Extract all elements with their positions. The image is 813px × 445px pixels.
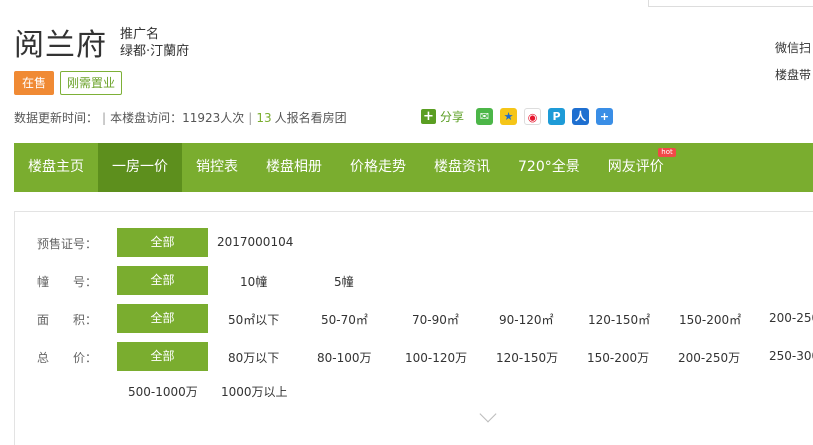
- price-option[interactable]: 80万以下: [228, 349, 279, 366]
- building-option[interactable]: 10幢: [240, 273, 267, 290]
- status-badges: 在售 刚需置业: [14, 71, 123, 95]
- presale-all-button[interactable]: 全部: [117, 228, 208, 257]
- filter-row-building: 幢 号： 全部 10幢 5幢: [15, 266, 813, 296]
- area-label: 面 积：: [37, 313, 98, 327]
- filter-row-area: 面 积： 全部 50㎡以下 50-70㎡ 70-90㎡ 90-120㎡ 120-…: [15, 304, 813, 334]
- nav-home[interactable]: 楼盘主页: [14, 143, 98, 192]
- filter-panel: 预售证号： 全部 2017000104 幢 号： 全部 10幢 5幢 面 积： …: [14, 211, 813, 445]
- renren-icon[interactable]: 人: [572, 108, 590, 125]
- pengyou-icon[interactable]: P: [548, 108, 566, 125]
- price-option[interactable]: 200-250万: [678, 349, 740, 366]
- price-all-button[interactable]: 全部: [117, 342, 208, 371]
- nav-reviews-label: 网友评价: [607, 159, 664, 175]
- top-box: [648, 0, 813, 7]
- promo-name: 绿都·汀蘭府: [120, 44, 190, 59]
- area-option[interactable]: 120-150㎡: [588, 311, 650, 328]
- nav-album[interactable]: 楼盘相册: [252, 143, 336, 192]
- main-nav: 楼盘主页 一房一价 销控表 楼盘相册 价格走势 楼盘资讯 720°全景 网友评价…: [14, 143, 813, 192]
- meta-info: 数据更新时间： | 本楼盘访问： 11923人次 | 13 人报名看房团: [14, 109, 347, 126]
- divider: |: [248, 110, 253, 125]
- page-title: 阅兰府: [14, 28, 107, 63]
- area-option[interactable]: 150-200㎡: [679, 311, 741, 328]
- nav-one-price[interactable]: 一房一价: [98, 143, 182, 192]
- area-option[interactable]: 90-120㎡: [499, 311, 554, 328]
- area-all-button[interactable]: 全部: [117, 304, 208, 333]
- chevron-down-icon[interactable]: [479, 405, 497, 423]
- need-badge: 刚需置业: [60, 71, 123, 95]
- divider: |: [102, 110, 107, 125]
- share-plus-icon[interactable]: +: [421, 109, 436, 124]
- area-option[interactable]: 50-70㎡: [321, 311, 368, 328]
- weibo-icon[interactable]: ◉: [524, 108, 542, 125]
- building-label: 幢 号：: [37, 275, 98, 289]
- wechat-icon[interactable]: ✉: [476, 108, 494, 125]
- nav-reviews[interactable]: 网友评价 hot: [594, 143, 678, 192]
- nav-sales-control[interactable]: 销控表: [182, 143, 252, 192]
- wechat-scan-text: 微信扫: [775, 41, 812, 55]
- qzone-icon[interactable]: ★: [500, 108, 518, 125]
- price-option[interactable]: 150-200万: [587, 349, 649, 366]
- area-option[interactable]: 70-90㎡: [412, 311, 459, 328]
- nav-price-trend[interactable]: 价格走势: [336, 143, 420, 192]
- share-bar: + 分享 ✉ ★ ◉ P 人 +: [421, 108, 616, 125]
- on-sale-badge: 在售: [14, 71, 55, 95]
- signup-count: 13: [256, 110, 272, 125]
- visits-label: 本楼盘访问：: [110, 111, 183, 125]
- filter-row-price: 总 价： 全部 80万以下 80-100万 100-120万 120-150万 …: [15, 342, 813, 372]
- price-option[interactable]: 120-150万: [496, 349, 558, 366]
- hot-badge: hot: [658, 148, 676, 157]
- price-option[interactable]: 1000万以上: [221, 383, 288, 400]
- building-all-button[interactable]: 全部: [117, 266, 208, 295]
- filter-row-presale: 预售证号： 全部 2017000104: [15, 228, 813, 258]
- presale-label: 预售证号：: [37, 237, 98, 251]
- update-time-label: 数据更新时间：: [14, 111, 99, 125]
- area-option[interactable]: 50㎡以下: [228, 311, 279, 328]
- filter-row-price-2: 500-1000万 1000万以上: [15, 376, 813, 406]
- price-option[interactable]: 80-100万: [317, 349, 372, 366]
- price-option[interactable]: 100-120万: [405, 349, 467, 366]
- price-option[interactable]: 500-1000万: [128, 383, 198, 400]
- price-label: 总 价：: [37, 351, 98, 365]
- building-option[interactable]: 5幢: [334, 273, 354, 290]
- signup-text: 人报名看房团: [274, 111, 347, 125]
- nav-news[interactable]: 楼盘资讯: [420, 143, 504, 192]
- share-label[interactable]: 分享: [440, 108, 464, 125]
- presale-option[interactable]: 2017000104: [217, 235, 293, 249]
- price-option[interactable]: 250-300: [769, 349, 813, 363]
- nav-panorama[interactable]: 720°全景: [504, 143, 594, 192]
- property-bring-text: 楼盘带: [775, 68, 812, 82]
- more-plus-icon[interactable]: +: [596, 108, 614, 125]
- area-option[interactable]: 200-250: [769, 311, 813, 325]
- visits-count: 11923人次: [182, 111, 245, 125]
